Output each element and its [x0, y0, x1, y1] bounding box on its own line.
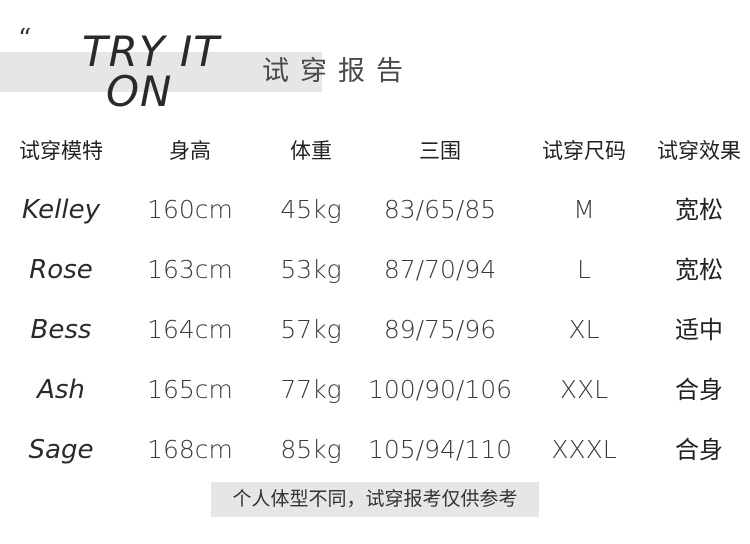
size-value: XL — [568, 315, 600, 344]
column-header-model: 试穿模特 — [19, 139, 103, 163]
column-header-weight: 体重 — [290, 139, 332, 163]
table-row: Ash 165cm 77kg 100/90/106 XXL 合身 — [0, 365, 750, 415]
disclaimer-note: 个人体型不同，试穿报考仅供参考 — [211, 482, 539, 517]
column-header-fit: 试穿效果 — [657, 139, 741, 163]
fit-value: 宽松 — [675, 256, 723, 284]
weight-value: 85kg — [280, 435, 342, 464]
column-header-measurements: 三围 — [419, 139, 461, 163]
fit-value: 合身 — [675, 436, 723, 464]
fit-value: 合身 — [675, 376, 723, 404]
title-line-2: ON — [106, 67, 173, 116]
measurements-value: 100/90/106 — [367, 375, 513, 404]
height-value: 168cm — [147, 435, 233, 464]
table-row: Rose 163cm 53kg 87/70/94 L 宽松 — [0, 245, 750, 295]
size-value: M — [573, 195, 595, 224]
measurements-value: 87/70/94 — [383, 255, 497, 284]
weight-value: 77kg — [280, 375, 342, 404]
quote-mark: “ — [18, 24, 32, 54]
model-name: Rose — [29, 255, 93, 285]
weight-value: 57kg — [280, 315, 342, 344]
height-value: 165cm — [147, 375, 233, 404]
measurements-value: 89/75/96 — [383, 315, 497, 344]
column-header-height: 身高 — [169, 139, 211, 163]
measurements-value: 83/65/85 — [383, 195, 497, 224]
table-row: Sage 168cm 85kg 105/94/110 XXXL 合身 — [0, 425, 750, 475]
size-value: XXXL — [551, 435, 617, 464]
height-value: 164cm — [147, 315, 233, 344]
size-value: XXL — [559, 375, 609, 404]
weight-value: 53kg — [280, 255, 342, 284]
table-header-row: 试穿模特 身高 体重 三围 试穿尺码 试穿效果 — [0, 126, 750, 176]
model-name: Kelley — [22, 195, 100, 225]
model-name: Bess — [30, 315, 92, 345]
model-name: Sage — [28, 435, 94, 465]
table-row: Kelley 160cm 45kg 83/65/85 M 宽松 — [0, 185, 750, 235]
weight-value: 45kg — [280, 195, 342, 224]
page-subtitle: 试穿报告 — [262, 56, 414, 87]
height-value: 163cm — [147, 255, 233, 284]
fit-value: 宽松 — [675, 196, 723, 224]
column-header-size: 试穿尺码 — [542, 139, 626, 163]
table-row: Bess 164cm 57kg 89/75/96 XL 适中 — [0, 305, 750, 355]
model-name: Ash — [37, 375, 85, 405]
fit-value: 适中 — [675, 316, 723, 344]
height-value: 160cm — [147, 195, 233, 224]
measurements-value: 105/94/110 — [367, 435, 513, 464]
size-value: L — [577, 255, 591, 284]
